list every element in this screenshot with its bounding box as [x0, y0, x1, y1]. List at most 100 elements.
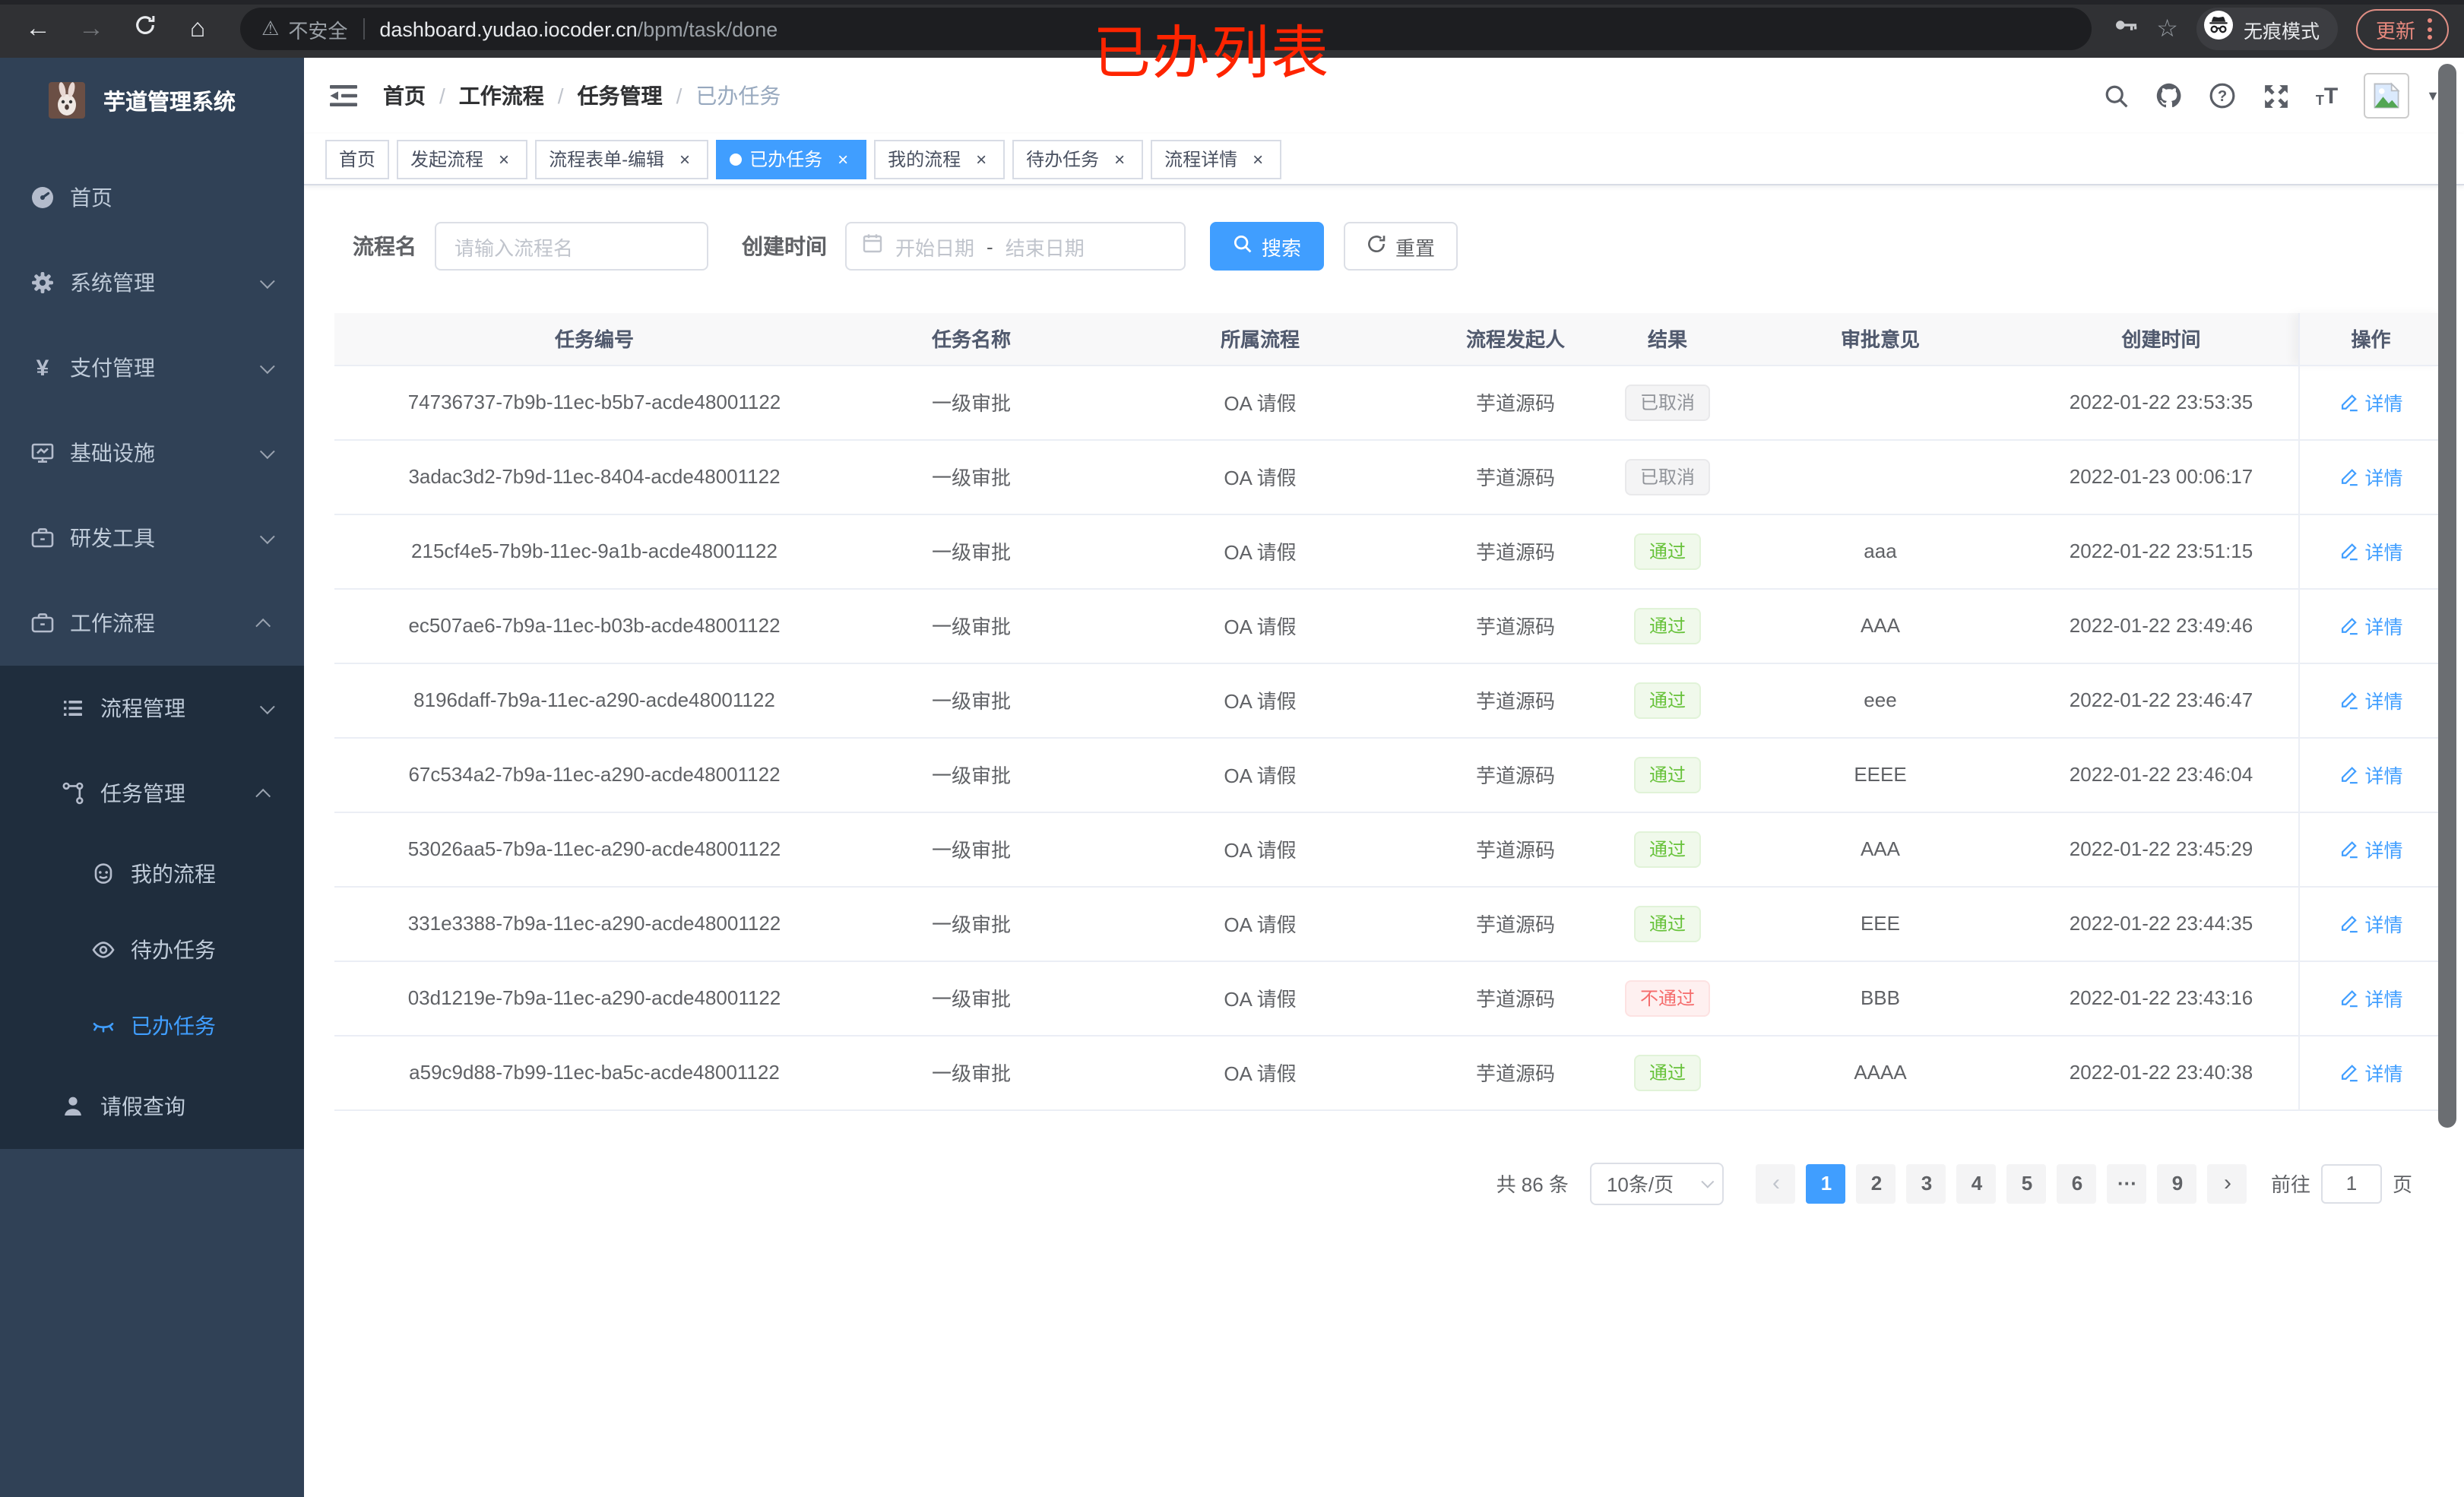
fullscreen-icon[interactable] — [2263, 82, 2290, 109]
font-size-icon[interactable]: TT — [2316, 84, 2338, 107]
task-name: 一级审批 — [854, 812, 1088, 887]
sidebar-item-leave-query[interactable]: 请假查询 — [0, 1064, 304, 1149]
task-id: 3adac3d2-7b9d-11ec-8404-acde48001122 — [334, 439, 854, 514]
search-button[interactable]: 搜索 — [1210, 222, 1325, 271]
process-name: OA 请假 — [1088, 365, 1432, 440]
sidebar-item-todo-tasks[interactable]: 待办任务 — [0, 912, 304, 988]
avatar[interactable] — [2364, 73, 2410, 119]
search-button-label: 搜索 — [1262, 236, 1302, 259]
page-button-5[interactable]: 5 — [2006, 1163, 2047, 1203]
col-create-time: 创建时间 — [2025, 313, 2298, 366]
detail-button[interactable]: 详情 — [2339, 834, 2403, 863]
breadcrumb-home[interactable]: 首页 — [383, 81, 426, 111]
github-icon[interactable] — [2156, 82, 2184, 109]
detail-button[interactable]: 详情 — [2339, 536, 2403, 565]
tab-process-detail[interactable]: 流程详情 × — [1151, 139, 1282, 179]
detail-button[interactable]: 详情 — [2339, 983, 2403, 1012]
sidebar-item-workflow[interactable]: 工作流程 — [0, 581, 304, 666]
sidebar-item-label: 请假查询 — [100, 1094, 185, 1119]
tab-close-icon[interactable]: × — [833, 149, 853, 169]
password-key-icon[interactable] — [2112, 12, 2138, 46]
table-header-row: 任务编号 任务名称 所属流程 流程发起人 结果 审批意见 创建时间 操作 — [334, 313, 2443, 366]
sidebar-item-payment[interactable]: ¥ 支付管理 — [0, 325, 304, 410]
detail-button[interactable]: 详情 — [2339, 909, 2403, 938]
col-task-id: 任务编号 — [334, 313, 854, 366]
tab-form-edit[interactable]: 流程表单-编辑 × — [535, 139, 709, 179]
page-size-value: 10条/页 — [1606, 1173, 1674, 1196]
bookmark-star-icon[interactable]: ☆ — [2156, 14, 2178, 44]
task-name: 一级审批 — [854, 737, 1088, 812]
status-badge: 不通过 — [1624, 980, 1710, 1016]
sidebar-item-system[interactable]: 系统管理 — [0, 240, 304, 325]
comment: AAA — [1736, 588, 2025, 663]
page-button-4[interactable]: 4 — [1956, 1163, 1997, 1203]
svg-text:?: ? — [2219, 88, 2228, 105]
sidebar-item-process-mgmt[interactable]: 流程管理 — [0, 666, 304, 751]
browser-forward-icon[interactable]: → — [71, 14, 111, 44]
create-time: 2022-01-22 23:49:46 — [2025, 588, 2298, 663]
goto-page-input[interactable]: 1 — [2320, 1163, 2382, 1203]
tab-close-icon[interactable]: × — [1110, 149, 1129, 169]
browser-back-icon[interactable]: ← — [18, 14, 58, 44]
detail-button[interactable]: 详情 — [2339, 685, 2403, 714]
tab-start-process[interactable]: 发起流程 × — [397, 139, 528, 179]
help-icon[interactable]: ? — [2209, 82, 2237, 109]
security-label[interactable]: 不安全 — [288, 14, 347, 43]
active-tab-dot — [730, 153, 743, 165]
browser-menu-icon[interactable] — [2428, 18, 2432, 40]
tab-done-tasks[interactable]: 已办任务 × — [716, 139, 867, 179]
browser-update-button[interactable]: 更新 — [2355, 8, 2449, 49]
page-button-2[interactable]: 2 — [1856, 1163, 1896, 1203]
process-name-input[interactable]: 请输入流程名 — [435, 222, 708, 271]
page-button-1[interactable]: 1 — [1806, 1163, 1846, 1203]
prev-page-button[interactable]: ‹ — [1756, 1163, 1796, 1203]
page-size-select[interactable]: 10条/页 — [1589, 1162, 1724, 1204]
chevron-up-icon — [255, 617, 271, 633]
tab-home[interactable]: 首页 — [325, 139, 390, 179]
tab-close-icon[interactable]: × — [494, 149, 514, 169]
date-range-picker[interactable]: 开始日期 - 结束日期 — [845, 222, 1186, 271]
detail-button[interactable]: 详情 — [2339, 611, 2403, 640]
page-button-6[interactable]: 6 — [2057, 1163, 2097, 1203]
url-host[interactable]: dashboard.yudao.iocoder.cn — [379, 17, 637, 40]
sidebar-item-task-mgmt[interactable]: 任务管理 — [0, 751, 304, 836]
security-warning-icon[interactable]: ⚠ — [261, 17, 279, 41]
process-name-label: 流程名 — [353, 234, 416, 258]
tab-my-process[interactable]: 我的流程 × — [874, 139, 1006, 179]
page-button-3[interactable]: 3 — [1906, 1163, 1946, 1203]
app-logo[interactable]: 芋道管理系统 — [0, 58, 304, 143]
sidebar-item-home[interactable]: 首页 — [0, 155, 304, 240]
update-label[interactable]: 更新 — [2376, 14, 2415, 43]
sidebar-item-devtools[interactable]: 研发工具 — [0, 495, 304, 581]
create-time: 2022-01-22 23:51:15 — [2025, 514, 2298, 589]
detail-button[interactable]: 详情 — [2339, 1058, 2403, 1087]
breadcrumb-workflow: 工作流程 — [458, 84, 544, 108]
header-search-icon[interactable] — [2103, 82, 2130, 109]
tab-close-icon[interactable]: × — [971, 149, 991, 169]
url-path[interactable]: /bpm/task/done — [638, 17, 778, 40]
page-scrollbar[interactable] — [2438, 64, 2456, 1128]
detail-button[interactable]: 详情 — [2339, 760, 2403, 789]
status-badge: 通过 — [1633, 682, 1701, 718]
page-button-9[interactable]: 9 — [2157, 1163, 2197, 1203]
sidebar-item-done-tasks[interactable]: 已办任务 — [0, 988, 304, 1064]
tab-close-icon[interactable]: × — [675, 149, 695, 169]
detail-button[interactable]: 详情 — [2339, 462, 2403, 491]
create-time: 2022-01-22 23:44:35 — [2025, 886, 2298, 961]
tab-close-icon[interactable]: × — [1248, 149, 1268, 169]
calendar-icon — [862, 232, 883, 261]
sidebar-collapse-icon[interactable] — [328, 81, 359, 111]
browser-home-icon[interactable]: ⌂ — [178, 14, 217, 44]
sidebar-item-my-process[interactable]: 我的流程 — [0, 836, 304, 912]
page-ellipsis[interactable]: ··· — [2107, 1163, 2147, 1203]
tab-todo-tasks[interactable]: 待办任务 × — [1012, 139, 1144, 179]
detail-button[interactable]: 详情 — [2339, 388, 2403, 416]
status-badge: 通过 — [1633, 533, 1701, 569]
reset-button[interactable]: 重置 — [1344, 222, 1458, 271]
comment: AAAA — [1736, 1035, 2025, 1110]
status-badge: 通过 — [1633, 1054, 1701, 1090]
incognito-icon — [2203, 11, 2233, 47]
browser-reload-icon[interactable] — [125, 14, 164, 44]
next-page-button[interactable]: › — [2207, 1163, 2247, 1203]
sidebar-item-infra[interactable]: 基础设施 — [0, 410, 304, 495]
